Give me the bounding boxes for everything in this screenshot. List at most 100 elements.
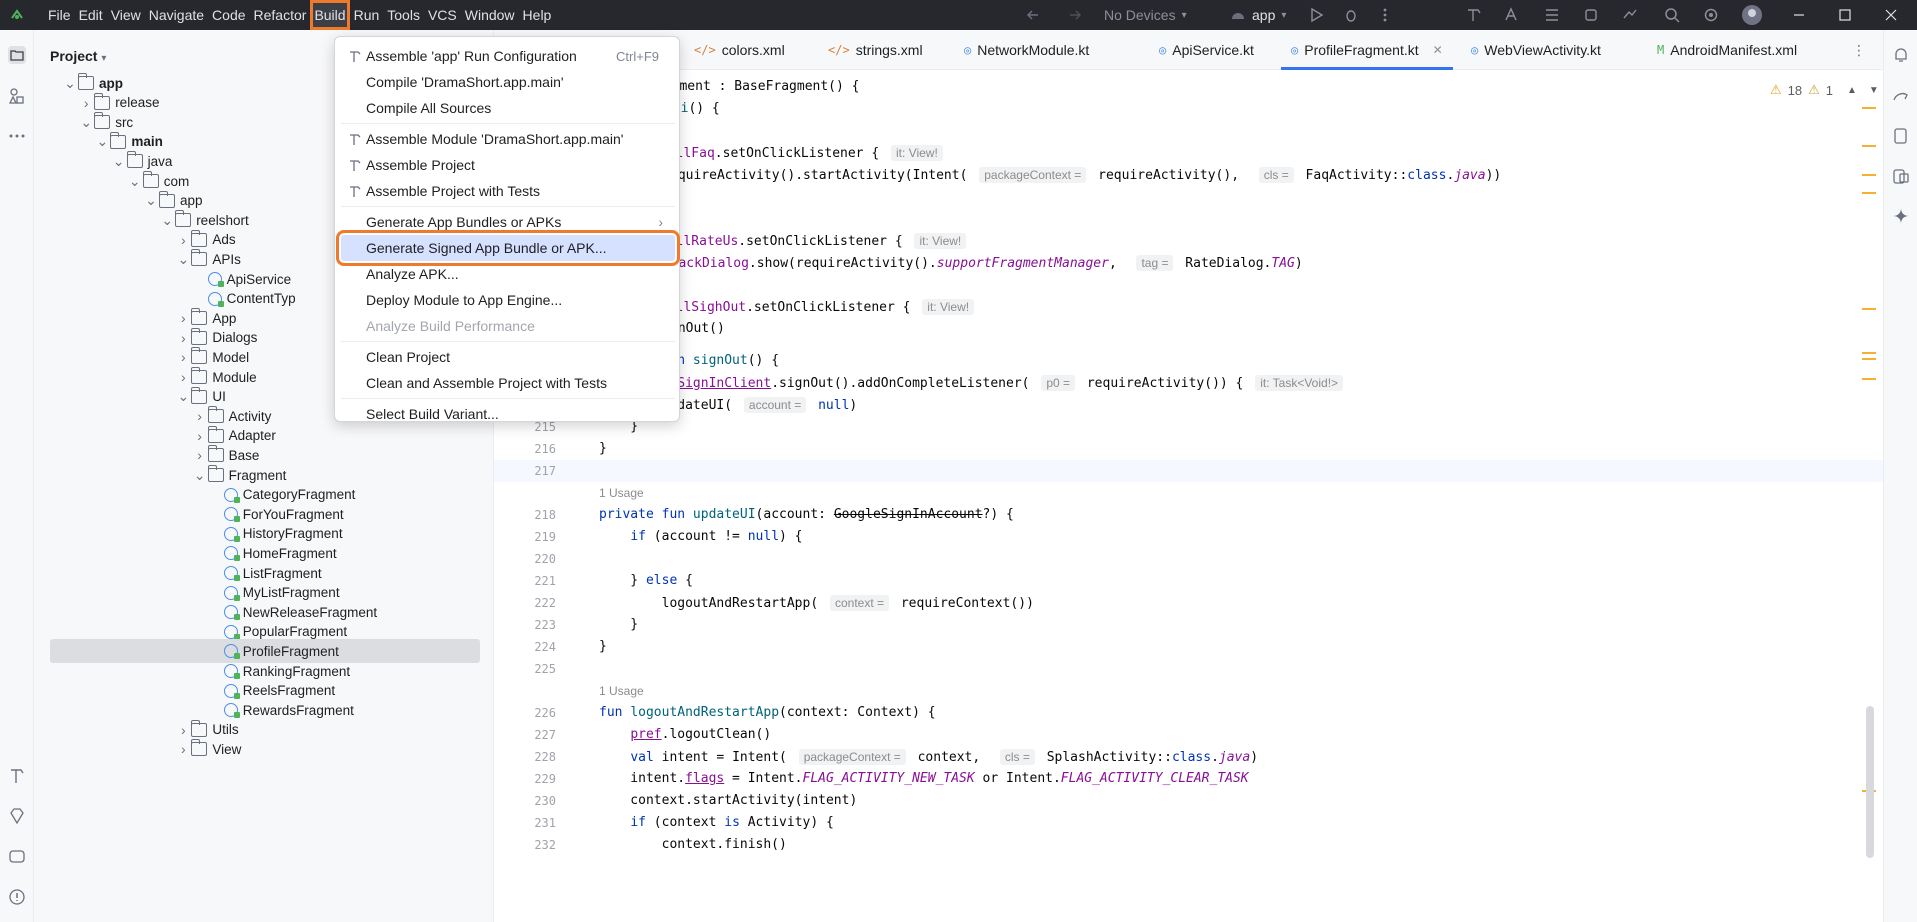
stripe-mark[interactable] — [1862, 174, 1876, 176]
code-line[interactable]: gnOut() — [494, 318, 1883, 340]
build-menu-item[interactable]: Clean and Assemble Project with Tests — [341, 370, 675, 396]
code-line[interactable]: ragment : BaseFragment() { — [494, 76, 1883, 98]
code-line[interactable]: 1 Usage — [494, 482, 1883, 504]
chevron-down-icon[interactable]: ⌄ — [143, 192, 159, 209]
stripe-mark[interactable] — [1862, 308, 1876, 310]
chevron-right-icon[interactable]: › — [192, 428, 208, 444]
menu-edit[interactable]: Edit — [75, 0, 107, 30]
code-line[interactable]: 1 Usage — [494, 680, 1883, 702]
chevron-down-icon[interactable]: ⌄ — [175, 388, 191, 405]
build-menu-item[interactable]: Deploy Module to App Engine... — [341, 287, 675, 313]
code-line[interactable]: 216} — [494, 438, 1883, 460]
notifications-icon[interactable] — [1891, 45, 1911, 65]
build-icon[interactable] — [7, 766, 27, 786]
close-icon[interactable] — [1882, 6, 1900, 24]
project-folder-icon[interactable] — [7, 45, 27, 65]
code-line[interactable]: g.llFaq.setOnClickListener { it: View! — [494, 142, 1883, 164]
run-icon[interactable] — [1307, 6, 1325, 24]
code-line[interactable]: g.llRateUs.setOnClickListener { it: View… — [494, 230, 1883, 252]
build-menu-item[interactable]: Analyze APK... — [341, 261, 675, 287]
build-menu-item[interactable]: Assemble 'app' Run Configuration Ctrl+F9 — [341, 43, 675, 69]
forward-icon[interactable] — [1066, 6, 1084, 24]
code-line[interactable]: 231 if (context is Activity) { — [494, 812, 1883, 834]
code-line[interactable]: 215 } — [494, 416, 1883, 438]
code-line[interactable]: 222 logoutAndRestartApp( context = requi… — [494, 592, 1883, 614]
search-icon[interactable] — [1663, 6, 1681, 24]
stripe-mark[interactable] — [1862, 192, 1876, 194]
editor-scrollbar[interactable] — [1866, 706, 1874, 858]
menu-tools[interactable]: Tools — [383, 0, 424, 30]
maximize-icon[interactable] — [1836, 6, 1854, 24]
menu-build[interactable]: Build — [310, 0, 350, 30]
device-manager-icon[interactable] — [1621, 6, 1639, 24]
chevron-down-icon[interactable]: ▼ — [1869, 85, 1879, 96]
code-line[interactable]: 226 fun logoutAndRestartApp(context: Cont… — [494, 702, 1883, 724]
chevron-right-icon[interactable]: › — [175, 369, 191, 385]
build-menu-item[interactable]: Compile All Sources — [341, 95, 675, 121]
menu-file[interactable]: File — [44, 0, 75, 30]
device-selector[interactable]: No Devices ▾ — [1104, 0, 1187, 30]
code-line[interactable]: 224} — [494, 636, 1883, 658]
code-line[interactable]: edbackDialog.show(requireActivity().supp… — [494, 252, 1883, 274]
stripe-mark[interactable] — [1862, 358, 1876, 360]
code-line[interactable]: 219 if (account != null) { — [494, 526, 1883, 548]
editor-tab[interactable]: ◎ ApiService.kt — [1159, 30, 1254, 70]
code-line[interactable]: 230 context.startActivity(intent) — [494, 790, 1883, 812]
build-menu-item[interactable]: Select Build Variant... — [341, 401, 675, 427]
editor-tab[interactable]: M AndroidManifest.xml — [1657, 30, 1797, 70]
sdk-manager-icon[interactable] — [1582, 6, 1600, 24]
chevron-down-icon[interactable]: ⌄ — [175, 251, 191, 268]
inspection-widget[interactable]: ⚠ 18 ⚠ 1 ▲ ▼ — [1770, 82, 1879, 98]
code-line[interactable] — [494, 208, 1883, 230]
stripe-mark[interactable] — [1862, 378, 1876, 380]
running-devices-icon[interactable] — [1891, 166, 1911, 186]
code-line[interactable]: 221 } else { — [494, 570, 1883, 592]
resource-manager-icon[interactable] — [7, 86, 27, 106]
minimize-icon[interactable] — [1790, 6, 1808, 24]
debug-icon[interactable] — [1342, 6, 1360, 24]
code-line[interactable] — [494, 186, 1883, 208]
chevron-down-icon[interactable]: ⌄ — [94, 133, 110, 150]
tree-folder-item[interactable]: › View — [50, 737, 480, 761]
stripe-mark[interactable] — [1862, 107, 1876, 109]
chevron-right-icon[interactable]: › — [175, 310, 191, 326]
build-menu-item[interactable]: Generate App Bundles or APKs › — [341, 209, 675, 235]
chevron-right-icon[interactable]: › — [192, 447, 208, 463]
chevron-right-icon[interactable]: › — [175, 722, 191, 738]
build-menu-item[interactable]: Assemble Module 'DramaShort.app.main' — [341, 126, 675, 152]
chevron-down-icon[interactable]: ⌄ — [62, 75, 78, 92]
menu-help[interactable]: Help — [519, 0, 556, 30]
code-line[interactable]: 213 googleSignInClient.signOut().addOnCo… — [494, 372, 1883, 394]
code-line[interactable]: 232 context.finish() — [494, 834, 1883, 856]
chevron-up-icon[interactable]: ▲ — [1847, 85, 1857, 96]
stripe-mark[interactable] — [1862, 352, 1876, 354]
code-line[interactable]: g.llSighOut.setOnClickListener { it: Vie… — [494, 296, 1883, 318]
editor-tab[interactable]: ◎ NetworkModule.kt — [964, 30, 1089, 70]
code-line[interactable]: 218 private fun updateUI(account: GoogleS… — [494, 504, 1883, 526]
chevron-down-icon[interactable]: ⌄ — [127, 173, 143, 190]
logcat-icon[interactable] — [7, 846, 27, 866]
menu-navigate[interactable]: Navigate — [145, 0, 208, 30]
build-hammer-icon[interactable] — [1465, 6, 1483, 24]
more-actions-icon[interactable] — [1376, 6, 1394, 24]
avatar[interactable] — [1742, 5, 1762, 25]
editor-tab[interactable]: ◎ ProfileFragment.kt ✕ — [1281, 30, 1453, 70]
layout-icon[interactable] — [1543, 6, 1561, 24]
code-line[interactable]: 227 pref.logoutClean() — [494, 724, 1883, 746]
build-menu-item[interactable]: Compile 'DramaShort.app.main' — [341, 69, 675, 95]
tab-close-icon[interactable]: ✕ — [1433, 43, 1443, 57]
chevron-down-icon[interactable]: ⌄ — [78, 114, 94, 131]
editor-tab[interactable]: ◎ WebViewActivity.kt — [1471, 30, 1601, 70]
chevron-right-icon[interactable]: › — [175, 330, 191, 346]
code-line[interactable]: n callApi() { — [494, 98, 1883, 120]
code-line[interactable]: 214 updateUI( account = null) — [494, 394, 1883, 416]
menu-run[interactable]: Run — [350, 0, 384, 30]
code-line[interactable]: 212private fun signOut() { — [494, 350, 1883, 372]
gemini-icon[interactable] — [1891, 206, 1911, 226]
menu-view[interactable]: View — [107, 0, 145, 30]
build-menu-item[interactable]: Assemble Project with Tests — [341, 178, 675, 204]
menu-code[interactable]: Code — [208, 0, 249, 30]
menu-vcs[interactable]: VCS — [424, 0, 461, 30]
code-line[interactable]: 225 — [494, 658, 1883, 680]
project-panel-title[interactable]: Project ▾ — [50, 48, 106, 64]
